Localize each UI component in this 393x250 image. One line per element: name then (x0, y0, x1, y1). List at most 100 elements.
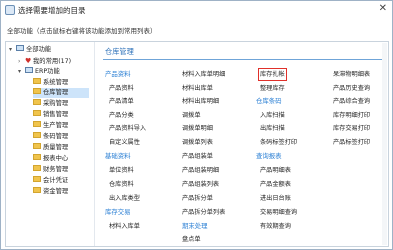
function-link[interactable]: 产品清单 (109, 97, 134, 106)
tree-favorites[interactable]: › ♥ 我的常用(17) (18, 56, 71, 66)
tree-erp[interactable]: ▾ ERP功能 (18, 67, 60, 77)
function-link[interactable]: 整理库存 (260, 84, 285, 93)
function-link[interactable]: 产品组装单 (182, 152, 213, 161)
folder-icon (33, 176, 41, 182)
function-link[interactable]: 产品组装列表 (182, 180, 219, 189)
sidebar-item-purchase[interactable]: 采购管理 (33, 99, 68, 109)
sidebar-item-vouchers[interactable]: 会计凭证 (33, 176, 68, 186)
function-link[interactable]: 产品历史查询 (333, 84, 370, 93)
sidebar-item-finance[interactable]: 财务管理 (33, 165, 68, 175)
sidebar-item-label: 报表中心 (43, 155, 69, 162)
category-warehouse-barcode: 仓库条码 (256, 97, 282, 105)
function-link[interactable]: 调拨单列表 (182, 138, 213, 147)
function-link[interactable]: 进出日台账 (260, 194, 291, 203)
close-icon[interactable]: ✕ (379, 4, 387, 14)
function-link[interactable]: 单位资料 (109, 166, 134, 175)
function-link[interactable]: 调拨单 (182, 111, 201, 120)
tree-root-label: 全部功能 (26, 46, 52, 53)
sidebar-item-label: 销售管理 (43, 111, 69, 118)
folder-icon (33, 99, 41, 105)
scrollbar[interactable] (382, 43, 387, 245)
category-period-end: 期末处理 (182, 222, 208, 230)
folder-icon (33, 110, 41, 116)
folder-icon (33, 132, 41, 138)
content-panel: ▾ 全部功能 › ♥ 我的常用(17) ▾ ERP功能 系统管理 仓库管理 采购管理 销… (5, 41, 389, 247)
sidebar-item-label: 财务管理 (43, 166, 69, 173)
function-link[interactable]: 材料出库明细 (182, 97, 219, 106)
panel-divider (94, 42, 95, 246)
function-link-stock-close[interactable]: 库存扎帐 (258, 68, 287, 81)
category-basic-info: 基础资料 (105, 152, 131, 160)
category-stock-transactions: 库存交易 (105, 208, 131, 216)
section-title: 仓库管理 (105, 47, 134, 56)
function-link[interactable]: 库存明细打印 (333, 111, 370, 120)
function-link[interactable]: 材料出库单 (182, 84, 213, 93)
function-link[interactable]: 条码标签打印 (260, 138, 297, 147)
sidebar-item-quality[interactable]: 质量管理 (33, 143, 68, 153)
function-link[interactable]: 产品拆分单列表 (182, 208, 225, 217)
folder-icon (33, 143, 41, 149)
section-underline (103, 59, 385, 60)
function-link[interactable]: 入库扫描 (260, 111, 285, 120)
function-link[interactable]: 产品金额表 (260, 180, 291, 189)
sidebar-item-label: 资金管理 (43, 188, 69, 195)
function-link[interactable]: 材料入库单明细 (182, 70, 225, 79)
sidebar-item-barcode[interactable]: 条码管理 (33, 132, 68, 142)
collapse-icon[interactable]: ▾ (9, 45, 16, 55)
sidebar-item-funds[interactable]: 资金管理 (33, 187, 68, 197)
tree-root[interactable]: ▾ 全部功能 (9, 45, 51, 55)
computer-icon (16, 45, 24, 51)
folder-icon (33, 78, 41, 84)
sidebar-item-label: 仓库管理 (43, 89, 69, 96)
sidebar-item-system[interactable]: 系统管理 (33, 78, 68, 88)
function-link[interactable]: 交易明细查询 (260, 208, 297, 217)
function-link[interactable]: 库存交易打印 (333, 124, 370, 133)
collapse-icon[interactable]: ▾ (18, 67, 25, 77)
category-product-info: 产品资料 (105, 70, 131, 78)
sidebar-item-label: 系统管理 (43, 79, 69, 86)
function-link[interactable]: 材料入库单 (109, 222, 140, 231)
sidebar-item-label: 会计凭证 (43, 177, 69, 184)
function-link[interactable]: 有效期查询 (260, 222, 291, 231)
folder-icon (33, 121, 41, 127)
sidebar-item-label: 采购管理 (43, 100, 69, 107)
function-link[interactable]: 仓库资料 (109, 180, 134, 189)
function-link[interactable]: 自定义属性 (109, 138, 140, 147)
heart-icon: ♥ (25, 57, 32, 65)
folder-icon (33, 165, 41, 171)
category-query-reports: 查询报表 (256, 152, 282, 160)
computer-icon (25, 67, 33, 73)
function-link[interactable]: 产品明细表 (260, 166, 291, 175)
tree-favorites-label: 我的常用(17) (33, 58, 72, 65)
function-link[interactable]: 产品拆分单 (182, 194, 213, 203)
sidebar-item-label: 生产管理 (43, 122, 69, 129)
sidebar-item-reports[interactable]: 报表中心 (33, 154, 68, 164)
window-title: 选择需要增加的目录 (18, 6, 86, 15)
function-tree: ▾ 全部功能 › ♥ 我的常用(17) ▾ ERP功能 系统管理 仓库管理 采购管理 销… (6, 42, 92, 246)
function-link[interactable]: 出入库类型 (109, 194, 140, 203)
function-link[interactable]: 产品分类 (109, 111, 134, 120)
function-link[interactable]: 产品综合查询 (333, 97, 370, 106)
tree-erp-label: ERP功能 (35, 68, 60, 75)
sidebar-item-label: 质量管理 (43, 144, 69, 151)
function-link[interactable]: 调拨单明细 (182, 124, 213, 133)
function-link[interactable]: 产品资料导入 (109, 124, 146, 133)
sidebar-item-warehouse[interactable]: 仓库管理 (33, 88, 89, 98)
expand-icon[interactable]: › (18, 57, 25, 67)
sidebar-item-label: 条码管理 (43, 133, 69, 140)
function-link[interactable]: 盘点单 (182, 235, 201, 244)
function-link[interactable]: 呆滞物明细表 (333, 70, 370, 79)
function-link[interactable]: 产品组装明细 (182, 166, 219, 175)
sidebar-item-production[interactable]: 生产管理 (33, 121, 68, 131)
app-icon (5, 5, 15, 15)
sidebar-item-sales[interactable]: 销售管理 (33, 110, 68, 120)
dialog-window: 选择需要增加的目录 ✕ 全部功能（点击鼠标右键将该功能添加到常用列表） ▾ 全部功… (0, 0, 393, 250)
folder-icon (33, 154, 41, 160)
folder-icon (33, 187, 41, 193)
function-link[interactable]: 产品资料 (109, 84, 134, 93)
hint-text: 全部功能（点击鼠标右键将该功能添加到常用列表） (7, 27, 157, 35)
title-bar: 选择需要增加的目录 ✕ (1, 1, 392, 19)
function-link[interactable]: 产品标签打印 (333, 138, 370, 147)
function-link[interactable]: 出库扫描 (260, 124, 285, 133)
folder-icon (33, 88, 41, 94)
